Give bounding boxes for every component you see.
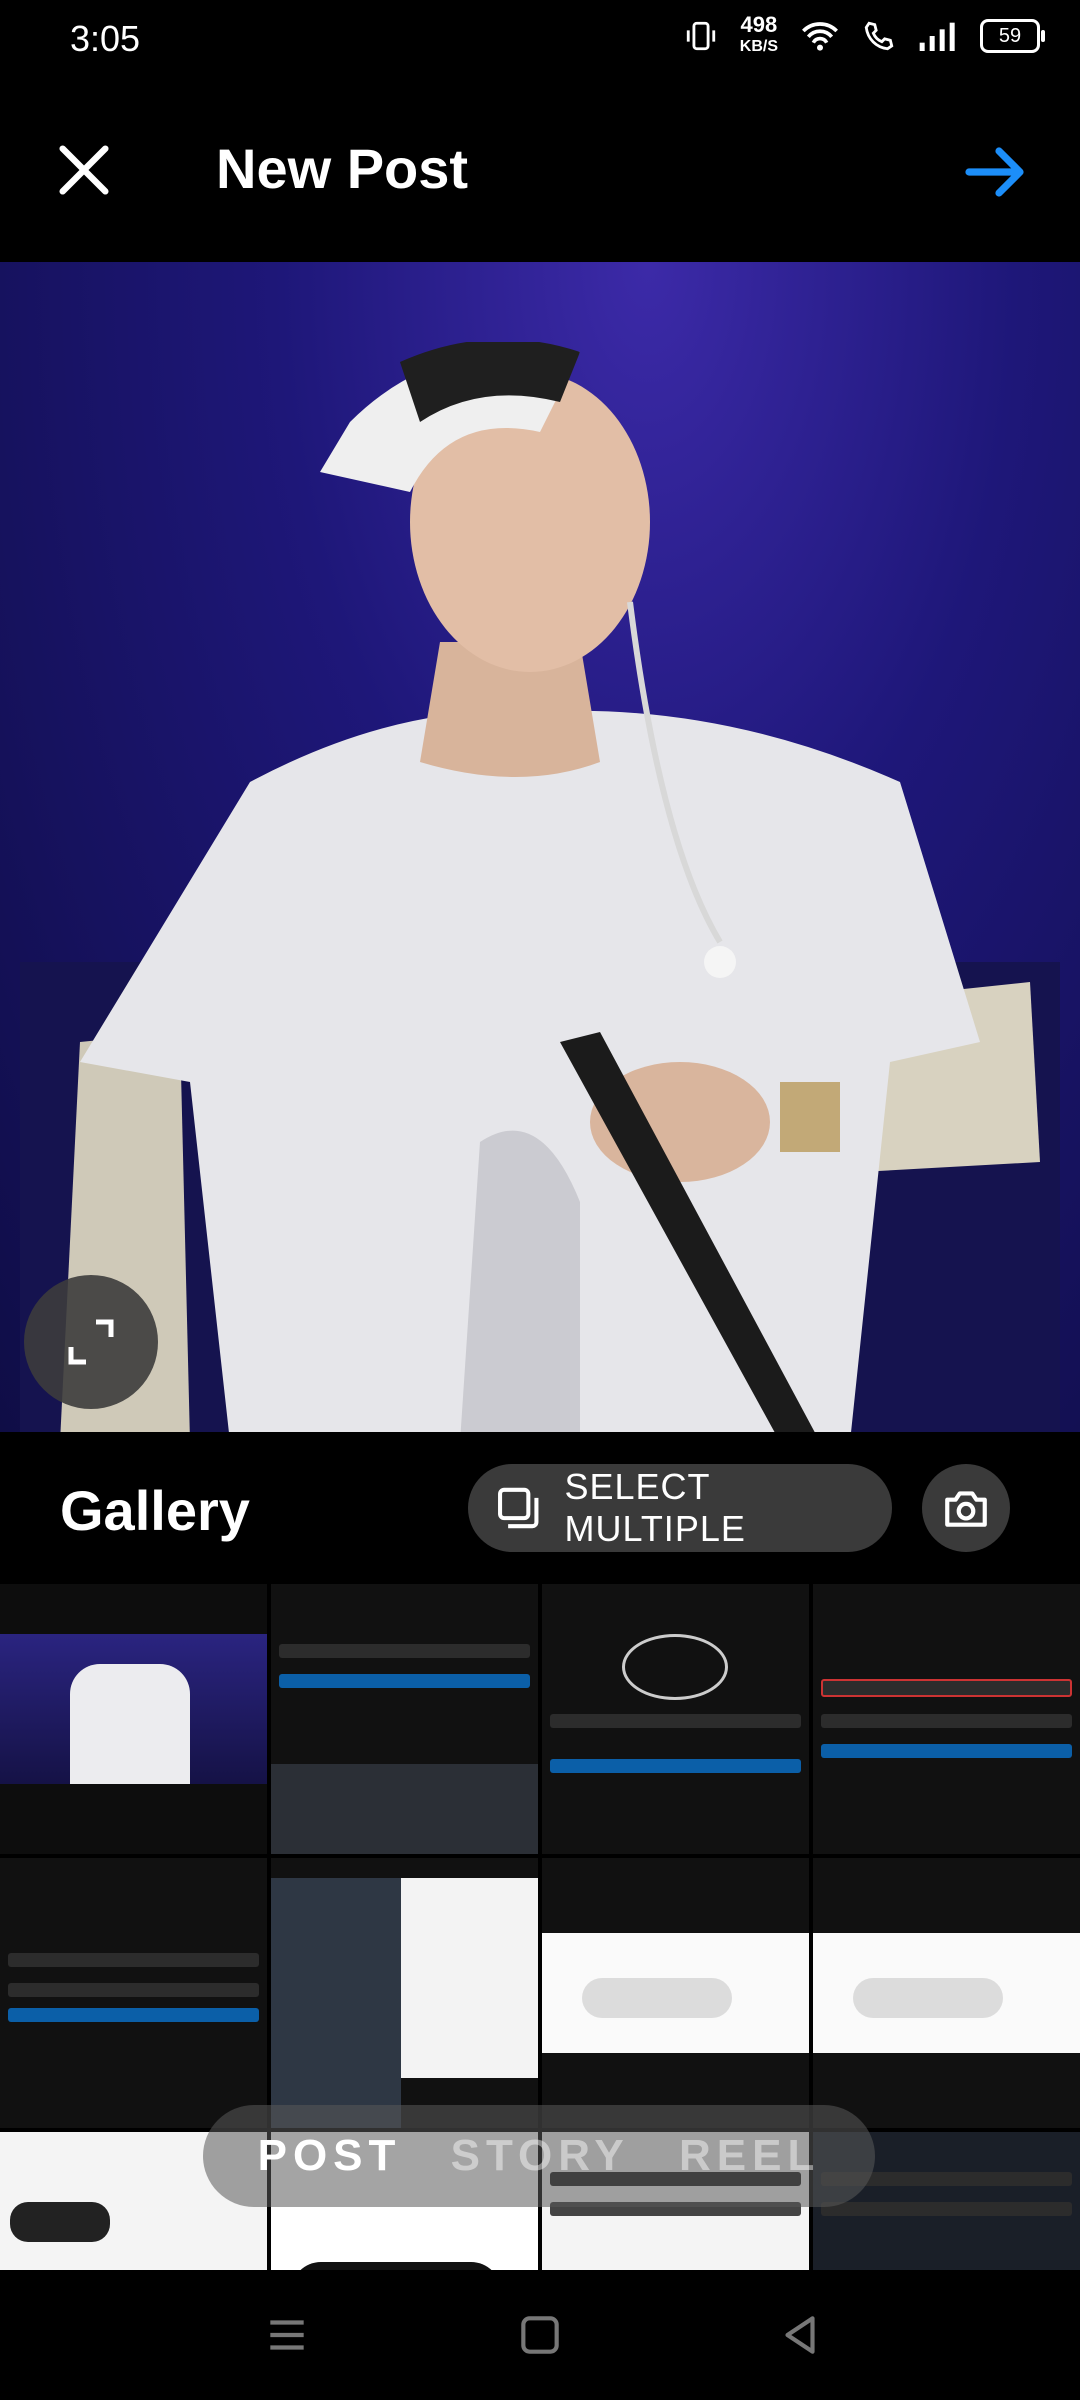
gallery-thumbnail[interactable] xyxy=(813,1584,1080,1854)
tab-story[interactable]: STORY xyxy=(451,2131,630,2181)
camera-icon xyxy=(945,1491,987,1527)
expand-button[interactable] xyxy=(24,1275,158,1409)
wifi-icon xyxy=(802,22,838,51)
gallery-thumbnail[interactable] xyxy=(271,1858,538,2128)
select-multiple-label: SELECT MULTIPLE xyxy=(564,1466,746,1549)
page-title: New Post xyxy=(216,137,469,200)
gallery-thumbnail[interactable] xyxy=(0,1584,267,1854)
next-arrow-icon[interactable] xyxy=(960,136,1032,208)
multiple-select-icon xyxy=(498,1487,539,1529)
network-speed: 498 KB/S xyxy=(739,12,778,56)
system-nav-bar xyxy=(0,2270,1080,2400)
status-bar: 3:05 498 KB/S 59 xyxy=(0,0,1080,80)
preview-photo xyxy=(20,342,1060,1432)
menu-icon[interactable] xyxy=(262,2310,312,2360)
header: New Post xyxy=(0,80,1080,260)
signal-icon xyxy=(919,22,955,51)
photo-preview[interactable] xyxy=(0,262,1080,1432)
tab-reel[interactable]: REEL xyxy=(679,2131,820,2181)
gallery-thumbnail[interactable] xyxy=(542,1858,809,2128)
close-icon[interactable] xyxy=(52,138,116,202)
gallery-thumbnail[interactable] xyxy=(813,1858,1080,2128)
vibrate-icon xyxy=(686,21,715,51)
camera-button[interactable] xyxy=(922,1464,1010,1552)
back-icon[interactable] xyxy=(775,2310,825,2360)
gallery-thumbnail[interactable] xyxy=(0,1858,267,2128)
gallery-thumbnail[interactable] xyxy=(542,1584,809,1854)
wifi-call-icon xyxy=(864,21,894,51)
expand-icon xyxy=(68,1319,114,1365)
tab-post[interactable]: POST xyxy=(258,2131,402,2181)
battery-icon: 59 xyxy=(980,19,1045,53)
create-mode-tabs: POST STORY REEL xyxy=(203,2105,875,2207)
home-icon[interactable] xyxy=(515,2310,565,2360)
gallery-thumbnail[interactable] xyxy=(271,1584,538,1854)
status-time: 3:05 xyxy=(70,18,141,59)
select-multiple-button[interactable]: SELECT MULTIPLE xyxy=(468,1464,892,1552)
gallery-header: Gallery SELECT MULTIPLE xyxy=(0,1434,1080,1584)
gallery-title: Gallery xyxy=(60,1479,250,1542)
